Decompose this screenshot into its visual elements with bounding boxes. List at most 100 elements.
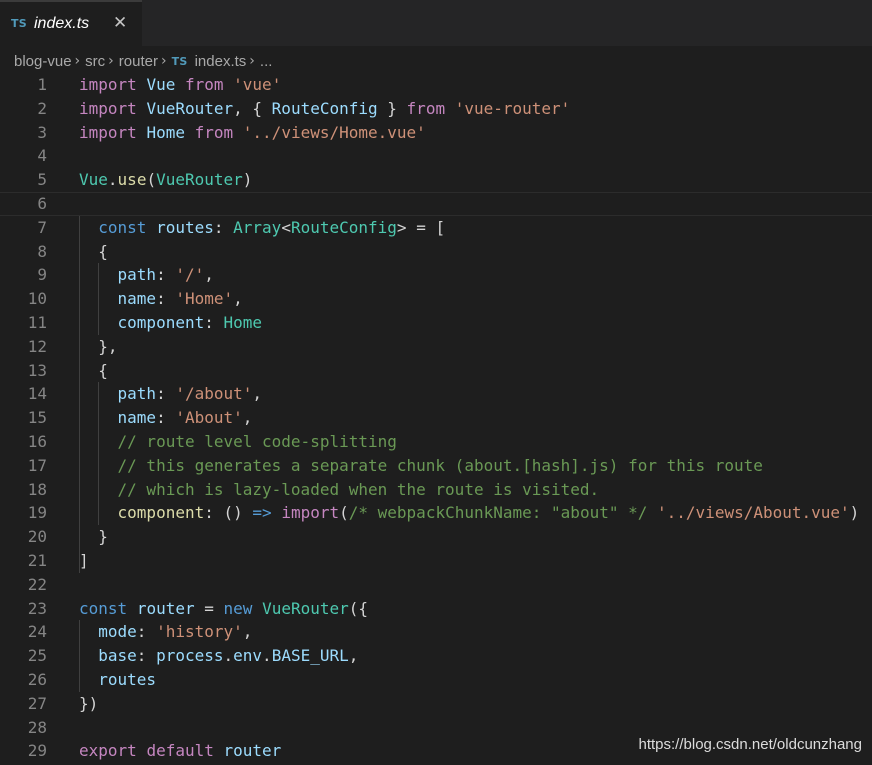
code-token: , bbox=[242, 622, 253, 642]
breadcrumb-item-src[interactable]: src bbox=[85, 53, 105, 70]
code-text: ] bbox=[79, 549, 89, 573]
code-line[interactable]: 1 import Vue from 'vue' bbox=[0, 73, 872, 97]
code-line[interactable]: 23 const router = new VueRouter({ bbox=[0, 597, 872, 621]
chevron-right-icon: › bbox=[160, 53, 167, 69]
code-line[interactable]: 20 } bbox=[0, 525, 872, 549]
code-text: component: () => import(/* webpackChunkN… bbox=[79, 501, 860, 525]
breadcrumb-item-blog-vue[interactable]: blog-vue bbox=[14, 53, 72, 70]
code-token: Home bbox=[223, 313, 263, 332]
code-token: RouteConfig bbox=[271, 98, 378, 118]
code-token: '../views/Home.vue' bbox=[242, 122, 426, 142]
code-token: , { bbox=[233, 98, 272, 118]
code-token: , bbox=[348, 646, 359, 666]
line-number: 8 bbox=[37, 241, 47, 261]
code-token: : () bbox=[204, 503, 253, 523]
chevron-right-icon: › bbox=[74, 53, 81, 69]
close-icon[interactable]: ✕ bbox=[113, 13, 127, 33]
code-line[interactable]: 9 path: '/', bbox=[0, 263, 872, 287]
code-token: : bbox=[156, 289, 176, 309]
code-line[interactable]: 24 mode: 'history', bbox=[0, 620, 872, 644]
code-token: 'vue-router' bbox=[454, 98, 571, 118]
code-token: , bbox=[252, 384, 263, 404]
line-number: 28 bbox=[27, 717, 47, 737]
code-line[interactable]: 3 import Home from '../views/Home.vue' bbox=[0, 121, 872, 145]
code-token: Home bbox=[146, 122, 185, 142]
code-token: : bbox=[156, 408, 176, 428]
code-line[interactable]: 18 // which is lazy-loaded when the rout… bbox=[0, 478, 872, 502]
code-line[interactable]: 21] bbox=[0, 549, 872, 573]
code-line[interactable]: 10 name: 'Home', bbox=[0, 287, 872, 311]
code-token: Array bbox=[233, 217, 282, 237]
code-token: base bbox=[98, 646, 137, 666]
line-number: 10 bbox=[27, 289, 47, 309]
chevron-right-icon: › bbox=[249, 53, 255, 69]
code-line[interactable]: 7 const routes: Array<RouteConfig> = [ bbox=[0, 216, 872, 240]
code-token: default bbox=[146, 741, 214, 761]
code-token: 'history' bbox=[156, 622, 243, 642]
code-text: export default router bbox=[79, 739, 281, 763]
breadcrumb-symbols[interactable]: ... bbox=[260, 53, 273, 70]
code-line[interactable]: 13 { bbox=[0, 359, 872, 383]
code-line[interactable]: 8 { bbox=[0, 240, 872, 264]
code-line[interactable]: 12 }, bbox=[0, 335, 872, 359]
line-number: 1 bbox=[37, 75, 47, 94]
code-token: mode bbox=[98, 622, 137, 642]
code-token: 'About' bbox=[175, 408, 243, 428]
line-number: 6 bbox=[37, 194, 47, 213]
code-line[interactable]: 6 bbox=[0, 192, 872, 216]
code-text: base: process.env.BASE_URL, bbox=[79, 644, 358, 668]
code-line[interactable]: 27}) bbox=[0, 692, 872, 716]
code-line[interactable]: 11 component: Home bbox=[0, 311, 872, 335]
code-token: . bbox=[107, 170, 118, 190]
code-line[interactable]: 2 import VueRouter, { RouteConfig } from … bbox=[0, 97, 872, 121]
code-token: ) bbox=[849, 503, 860, 523]
line-number: 4 bbox=[37, 146, 47, 166]
tab-bar: TS index.ts ✕ bbox=[0, 0, 872, 46]
code-token: routes bbox=[98, 670, 157, 689]
code-text: // route level code-splitting bbox=[79, 430, 397, 454]
line-number: 9 bbox=[37, 265, 47, 285]
code-token: import bbox=[281, 503, 340, 523]
breadcrumb: blog-vue › src › router › TS index.ts › … bbox=[14, 50, 272, 72]
code-line[interactable]: 19 component: () => import(/* webpackChu… bbox=[0, 501, 872, 525]
code-text: } bbox=[79, 525, 108, 549]
code-line[interactable]: 15 name: 'About', bbox=[0, 406, 872, 430]
code-text: path: '/about', bbox=[79, 382, 263, 406]
code-token: , bbox=[242, 408, 253, 428]
code-text: { bbox=[79, 240, 108, 264]
code-line[interactable]: 26 routes bbox=[0, 668, 872, 692]
code-token: const bbox=[98, 217, 147, 237]
breadcrumb-item-router[interactable]: router bbox=[119, 53, 158, 70]
line-number: 7 bbox=[37, 217, 47, 237]
code-line[interactable]: 25 base: process.env.BASE_URL, bbox=[0, 644, 872, 668]
code-line[interactable]: 5 Vue.use(VueRouter) bbox=[0, 168, 872, 192]
indent-guide bbox=[98, 382, 99, 526]
code-token: ] bbox=[79, 551, 89, 570]
code-token: { bbox=[79, 360, 108, 380]
code-token: path bbox=[117, 265, 157, 285]
code-token: : bbox=[204, 313, 224, 332]
code-line[interactable]: 16 // route level code-splitting bbox=[0, 430, 872, 454]
line-number: 11 bbox=[27, 313, 47, 332]
tab-index-ts[interactable]: TS index.ts ✕ bbox=[0, 0, 142, 46]
code-text: name: 'Home', bbox=[79, 287, 243, 311]
breadcrumb-item-file[interactable]: index.ts bbox=[195, 53, 247, 70]
code-token: }) bbox=[79, 693, 99, 713]
code-token: : bbox=[156, 384, 176, 404]
code-line[interactable]: 22 bbox=[0, 573, 872, 597]
code-token: component bbox=[117, 503, 205, 523]
code-text: component: Home bbox=[79, 311, 263, 335]
code-line[interactable]: 14 path: '/about', bbox=[0, 382, 872, 406]
typescript-icon: TS bbox=[171, 54, 188, 68]
code-text: Vue.use(VueRouter) bbox=[79, 168, 252, 192]
code-line[interactable]: 17 // this generates a separate chunk (a… bbox=[0, 454, 872, 478]
code-line[interactable]: 4 bbox=[0, 144, 872, 168]
